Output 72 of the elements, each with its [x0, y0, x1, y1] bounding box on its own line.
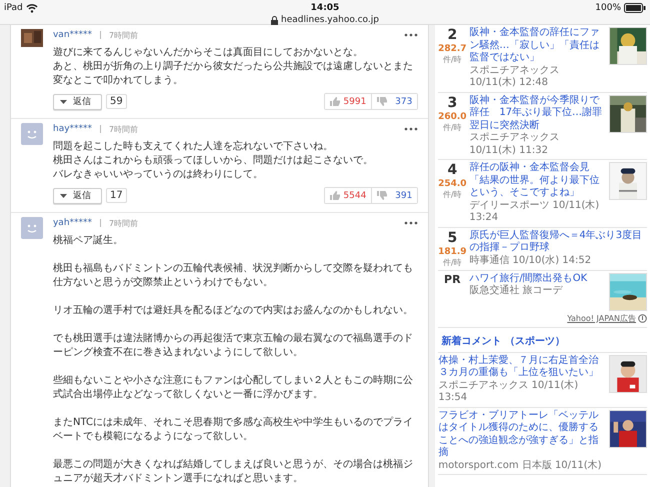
dislike-button[interactable]: 373: [371, 94, 418, 109]
article-source: スポニチアネックス 10/11(木) 13:54: [438, 380, 580, 404]
comment-text: リオ五輪の選手村では避妊具を配るほどなので内実はお盛んなのかもしれない。: [52, 304, 414, 318]
score-value: 254.0: [438, 179, 467, 189]
pr-label: PR: [444, 272, 461, 286]
comment-text: でも桃田選手は違法賭博からの再起復活で東京五輪の最右翼なので福島選手のドーピング検査不在に巻き込まれないようにして欲しい。: [52, 332, 414, 360]
reply-button[interactable]: 返信: [52, 188, 102, 204]
user-name[interactable]: van*****: [52, 30, 92, 40]
ad-link[interactable]: ハワイ旅行/間際出発もOK: [469, 272, 606, 285]
article-source: スポニチアネックス 10/11(木) 12:48: [469, 64, 560, 90]
info-icon: [638, 314, 647, 322]
wifi-icon: [26, 3, 38, 13]
post-time: 7時間前: [109, 218, 138, 228]
ad-notice-link[interactable]: Yahoo! JAPAN広告: [567, 312, 636, 324]
comment-text: あと、桃田が折角の上り調子だから彼女だったら公共施設では遠慮しないとまた変なとこで叩かれてしまう。: [52, 60, 414, 88]
clock: 14:05: [310, 3, 340, 13]
article-link[interactable]: 阪神・金本監督の辞任にファン騒然…「寂しい」「責任は監督ではない」: [469, 27, 606, 64]
score-value: 181.9: [438, 246, 467, 256]
address-text[interactable]: headlines.yahoo.co.jp: [281, 15, 379, 25]
post-time: 7時間前: [109, 30, 138, 40]
reply-count: 59: [106, 94, 127, 109]
rank-number: 4: [447, 162, 458, 179]
comment-text: 最悪この問題が大きくなれば結婚してしまえば良いと思うが、その場合は桃福ジュニアが超天才バドミントン選手になればと思います。: [52, 458, 414, 486]
device-name: iPad: [4, 3, 23, 13]
comment-text: バレなきゃいいやっていうのは終わりにして。: [52, 168, 264, 182]
article-link[interactable]: 辞任の阪神・金本監督会見「結果の世界。何より最下位という、そこですよね」: [469, 162, 606, 200]
dislike-button[interactable]: 391: [371, 188, 418, 203]
comment-text: 桃福ペア誕生。: [52, 234, 124, 248]
rank-number: 3: [447, 94, 458, 112]
user-name[interactable]: hay*****: [52, 124, 92, 134]
avatar-icon: [20, 123, 43, 145]
score-unit: 件/時: [442, 256, 462, 268]
comment-text: 桃田も福島もバドミントンの五輪代表候補、状況判断からして交際を疑われても仕方ないと思うが交際禁止というわけでもない。: [52, 262, 414, 290]
ad-sponsor: 阪急交通社 旅コーデ: [469, 285, 564, 298]
article-link[interactable]: 体操・村上茉愛、７月に右足首全治３カ月の重傷も「上位を狙いたい」: [438, 354, 606, 380]
comment-text: 遊びに来てるんじゃないんだからそこは真面目にしておかないとな。: [52, 46, 364, 60]
score-unit: 件/時: [442, 54, 462, 65]
reply-count: 17: [106, 188, 127, 203]
article-source: 時事通信 10/10(水) 14:52: [469, 254, 592, 267]
comment-text: 桃田さんはこれからも頑張ってほしいから、問題だけは起こさないで。: [52, 154, 374, 168]
score-unit: 件/時: [442, 189, 462, 200]
thumbs-down-icon: [377, 97, 388, 106]
reply-button[interactable]: 返信: [52, 94, 102, 110]
article-source: デイリースポーツ 10/11(木) 13:24: [469, 200, 600, 224]
section-heading: 新着コメント （スポーツ）: [438, 328, 647, 352]
battery-icon: [624, 3, 646, 13]
thumbs-down-icon: [377, 191, 388, 200]
more-icon: [404, 33, 418, 37]
battery-percent: 100%: [595, 3, 621, 13]
user-name[interactable]: yah*****: [52, 218, 92, 228]
rank-number: 5: [447, 230, 458, 246]
post-time: 7時間前: [109, 124, 138, 134]
more-icon: [404, 127, 418, 131]
more-icon: [404, 221, 418, 225]
avatar-icon: [20, 217, 43, 239]
article-source: motorsport.com 日本版 10/11(木): [438, 460, 603, 472]
score-unit: 件/時: [442, 122, 462, 132]
score-value: 282.7: [438, 44, 467, 54]
rank-number: 2: [447, 27, 458, 44]
article-link[interactable]: 阪神・金本監督が今季限りで辞任 17年ぶり最下位…謝罪翌日に突然決断: [469, 94, 606, 132]
article-source: スポニチアネックス 10/11(木) 11:32: [469, 132, 560, 157]
comment-text: 些細もないことや小さな注意にもファンは心配してしまい２人ともこの時期に公式試合出場停止などなって欲しくないと一番に浮かびます。: [52, 374, 414, 402]
caret-icon: [60, 100, 67, 104]
thumbs-up-icon: [330, 191, 340, 200]
comment-text: またNTCには未成年、それこそ思春期で多感な高校生や中学生もいるのでプライベートでも模範になるようになって欲しい。: [52, 416, 414, 444]
comment-text: 問題を起こした時も支えてくれた人達を忘れないで下さいね。: [52, 140, 334, 154]
lock-icon: [271, 16, 278, 24]
score-value: 260.0: [438, 112, 467, 122]
caret-icon: [60, 194, 67, 198]
article-link[interactable]: 原氏が巨人監督復帰へ＝4年ぶり3度目の指揮－プロ野球: [469, 230, 647, 254]
article-link[interactable]: フラビオ・ブリアトーレ「ベッテルはタイトル獲得のために、優勝することへの強迫観念が強すぎる」と指摘: [438, 410, 606, 460]
thumbs-up-icon: [330, 97, 340, 106]
